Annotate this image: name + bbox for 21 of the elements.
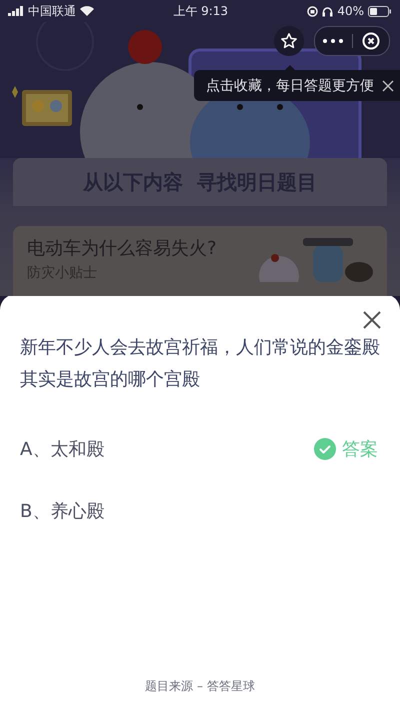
headphones-icon [322, 6, 334, 16]
question-text: 新年不少人会去故宫祈福，人们常说的金銮殿其实是故宫的哪个宫殿 [20, 336, 380, 392]
close-icon [382, 80, 394, 92]
option-label[interactable]: A、太和殿 [20, 437, 104, 461]
signal-icon [8, 6, 24, 16]
battery-percent: 40% [337, 4, 364, 18]
tooltip-text: 点击收藏，每日答题更方便 [206, 76, 374, 94]
option-label[interactable]: B、养心殿 [20, 499, 104, 523]
battery-icon [368, 6, 392, 16]
source-text: 题目来源 – 答答星球 [145, 678, 255, 695]
more-icon [323, 39, 344, 43]
answer-label: 答案 [342, 438, 378, 461]
star-icon [280, 32, 298, 50]
wifi-icon [80, 6, 94, 16]
close-icon [362, 32, 380, 50]
close-icon [362, 310, 382, 330]
close-button[interactable] [362, 310, 382, 330]
tooltip-close-button[interactable] [382, 80, 394, 92]
rotation-lock-icon [307, 6, 318, 16]
clock-time: 上午 9:13 [173, 2, 228, 20]
carrier-name: 中国联通 [28, 2, 76, 20]
